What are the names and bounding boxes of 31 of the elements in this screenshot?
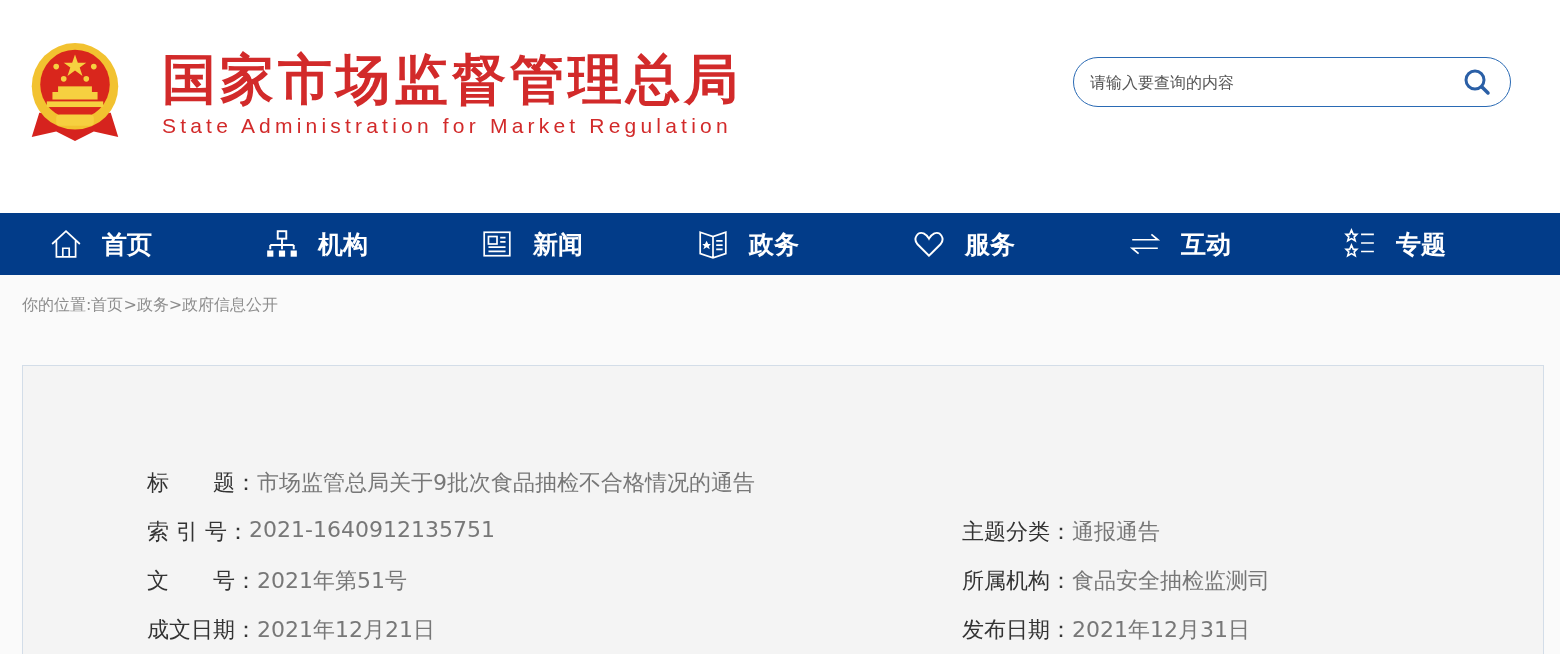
field-value: 2021年第51号 — [257, 566, 407, 595]
field-label: 所属机构： — [962, 566, 1072, 595]
star-list-icon — [1344, 228, 1377, 260]
nav-item[interactable]: 机构 — [265, 213, 482, 275]
site-title: 国家市场监督管理总局 — [162, 50, 742, 110]
breadcrumb: 你的位置:首页>政务>政府信息公开 — [22, 295, 280, 316]
nav-item[interactable]: 新闻 — [481, 213, 698, 275]
search-icon[interactable] — [1463, 68, 1491, 96]
home-icon — [50, 228, 82, 260]
nav-item[interactable]: 政务 — [697, 213, 913, 275]
nav-item[interactable]: 首页 — [50, 213, 266, 275]
field-label: 标 题： — [147, 468, 257, 497]
nav-item[interactable]: 服务 — [912, 213, 1129, 275]
search-field[interactable]: 请输入要查询的内容 — [1073, 57, 1511, 107]
field-label: 发布日期： — [962, 615, 1072, 644]
field-label: 文 号： — [147, 566, 257, 595]
nav-item[interactable]: 互动 — [1128, 213, 1345, 275]
nav-item[interactable]: 专题 — [1344, 213, 1560, 275]
field-value: 2021年12月21日 — [257, 615, 435, 644]
field-label: 索 引 号： — [147, 517, 249, 546]
field-value: 2021年12月31日 — [1072, 615, 1250, 644]
field-value: 2021-1640912135751 — [249, 516, 495, 544]
site-subtitle: State Administration for Market Regulation — [162, 114, 733, 138]
field-value: 市场监管总局关于9批次食品抽检不合格情况的通告 — [257, 468, 755, 497]
field-value: 食品安全抽检监测司 — [1072, 566, 1270, 595]
field-value: 通报通告 — [1072, 517, 1160, 546]
book-icon — [697, 228, 730, 260]
field-label: 主题分类： — [962, 517, 1072, 546]
newspaper-icon — [481, 228, 514, 260]
field-label: 成文日期： — [147, 615, 257, 644]
hierarchy-icon — [265, 228, 298, 260]
